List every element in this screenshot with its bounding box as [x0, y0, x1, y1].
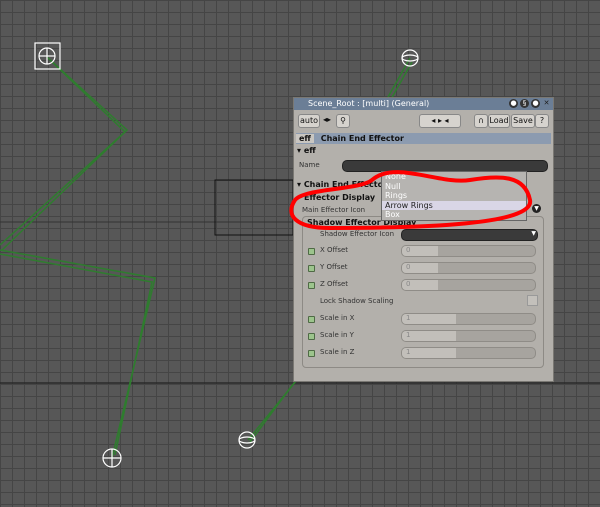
lock-shadow-scaling-label: Lock Shadow Scaling [320, 297, 394, 305]
tab-chain-end-effector[interactable]: Chain End Effector [317, 134, 404, 143]
param-label: Scale in Y [320, 331, 354, 339]
param-value: 1 [406, 331, 411, 339]
magnet-icon[interactable]: ∩ [474, 114, 488, 128]
dropdown-option[interactable]: Box [382, 210, 526, 220]
param-label: Y Offset [320, 263, 348, 271]
lock-shadow-scaling-checkbox[interactable] [527, 295, 538, 306]
panel-title-bar[interactable]: Scene_Root : [multi] (General) ● § ● ✕ [294, 98, 553, 110]
animate-toggle[interactable] [308, 282, 315, 289]
section-chain-end-effector[interactable]: ▾ Chain End Effector [297, 180, 387, 189]
minimize-icon[interactable]: ● [509, 99, 518, 108]
auto-button[interactable]: auto [298, 114, 320, 128]
close-icon[interactable]: ✕ [542, 99, 551, 108]
animate-toggle[interactable] [308, 316, 315, 323]
param-label: Scale in X [320, 314, 355, 322]
param-value: 0 [406, 246, 411, 254]
animate-toggle[interactable] [308, 333, 315, 340]
animate-toggle[interactable] [308, 350, 315, 357]
load-button[interactable]: Load [488, 114, 510, 128]
dropdown-option[interactable]: Null [382, 182, 526, 192]
key-icon[interactable]: ⚲ [336, 114, 350, 128]
main-effector-icon-dropdown-list[interactable]: None Null Rings Arrow Rings Box [381, 171, 527, 221]
effector-display-heading: Effector Display [304, 193, 376, 202]
param-label: Z Offset [320, 280, 349, 288]
animate-toggle[interactable] [308, 265, 315, 272]
param-slider[interactable]: 1 [401, 313, 536, 325]
tab-bar: eff Chain End Effector [296, 133, 551, 144]
param-value: 1 [406, 314, 411, 322]
dropdown-arrow-icon[interactable]: ▼ [532, 204, 541, 213]
param-slider[interactable]: 1 [401, 330, 536, 342]
param-label: Scale in Z [320, 348, 355, 356]
save-button[interactable]: Save [511, 114, 535, 128]
param-value: 0 [406, 280, 411, 288]
param-value: 0 [406, 263, 411, 271]
param-value: 1 [406, 348, 411, 356]
param-slider[interactable]: 0 [401, 262, 536, 274]
param-slider[interactable]: 0 [401, 245, 536, 257]
help-button[interactable]: ? [535, 114, 549, 128]
param-slider[interactable]: 1 [401, 347, 536, 359]
animate-toggle[interactable] [308, 248, 315, 255]
shadow-effector-icon-dropdown[interactable]: ▼ [401, 229, 538, 241]
dropdown-option[interactable]: None [382, 172, 526, 182]
property-panel: Scene_Root : [multi] (General) ● § ● ✕ auto… [293, 97, 554, 382]
lock-icon[interactable]: ● [531, 99, 540, 108]
main-effector-icon-label: Main Effector Icon [302, 206, 366, 214]
section-eff[interactable]: ▾ eff [297, 146, 316, 155]
tab-eff[interactable]: eff [296, 134, 314, 143]
pin-icon[interactable]: § [520, 99, 529, 108]
name-label: Name [299, 161, 320, 169]
arrow-mode-buttons[interactable]: ◂ ▸ ◂ [419, 114, 461, 128]
panel-title: Scene_Root : [multi] (General) [308, 99, 430, 108]
prev-next-arrows[interactable]: ◂▸ [320, 114, 334, 126]
dropdown-option[interactable]: Rings [382, 191, 526, 201]
param-label: X Offset [320, 246, 349, 254]
shadow-effector-icon-label: Shadow Effector Icon [320, 230, 395, 238]
dropdown-option-selected[interactable]: Arrow Rings [382, 200, 526, 210]
selection-box [214, 179, 294, 236]
param-slider[interactable]: 0 [401, 279, 536, 291]
